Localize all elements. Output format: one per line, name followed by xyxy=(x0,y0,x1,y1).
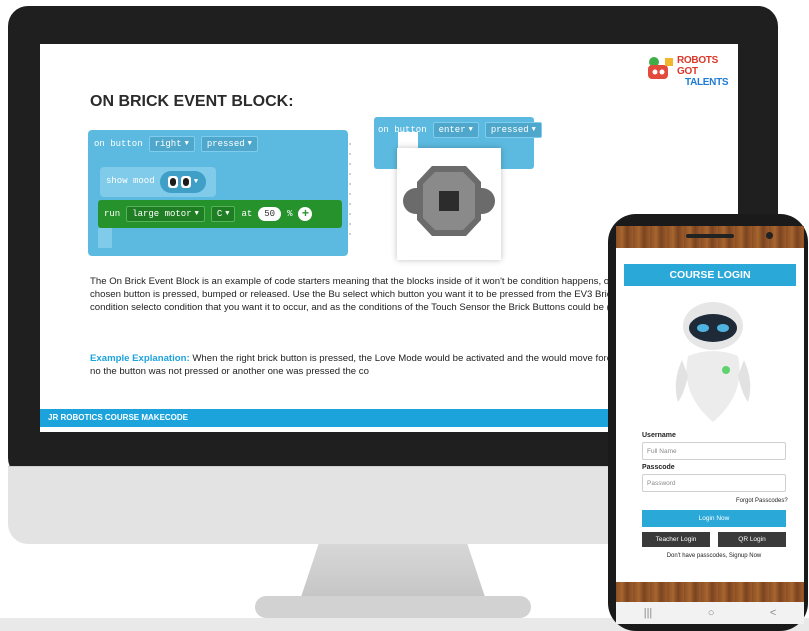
percent-label: % xyxy=(287,209,293,219)
robots-got-talents-logo: ROBOTS GOT TALENTS xyxy=(644,50,736,88)
qr-login-button[interactable]: QR Login xyxy=(718,532,786,547)
chevron-down-icon: ▼ xyxy=(194,210,199,218)
action-select-2[interactable]: pressed ▼ xyxy=(484,122,542,138)
footer-text: JR ROBOTICS COURSE MAKECODE xyxy=(48,413,189,422)
run-motor-block: run large motor ▼ C ▼ at 50 % + xyxy=(98,200,342,228)
button-select[interactable]: right ▼ xyxy=(148,136,195,152)
mood-select[interactable]: ▼ xyxy=(160,171,206,193)
show-mood-label: show mood xyxy=(106,176,155,186)
forgot-passcodes-link[interactable]: Forgot Passcodes? xyxy=(736,498,788,504)
robot-mascot-icon xyxy=(675,302,751,422)
monitor-stand-neck xyxy=(300,544,486,600)
teacher-login-button[interactable]: Teacher Login xyxy=(642,532,710,547)
chevron-down-icon: ▼ xyxy=(468,126,473,134)
chevron-down-icon: ▼ xyxy=(193,178,199,186)
chevron-down-icon: ▼ xyxy=(247,140,252,148)
robot-logo-icon xyxy=(648,57,673,79)
course-login-header: COURSE LOGIN xyxy=(624,264,796,286)
passcode-input[interactable]: Password xyxy=(642,474,786,492)
plus-icon[interactable]: + xyxy=(298,207,313,221)
home-icon[interactable]: ○ xyxy=(708,607,715,619)
back-icon[interactable]: < xyxy=(770,607,776,619)
block-bottom-arm xyxy=(98,228,112,248)
phone-screen: COURSE LOGIN Username Full Name Passcode… xyxy=(616,226,804,624)
motor-select[interactable]: large motor ▼ xyxy=(126,206,205,222)
action-value: pressed xyxy=(206,139,245,149)
slide-title: ON BRICK EVENT BLOCK: xyxy=(90,93,294,110)
logo-line-2: TALENTS xyxy=(685,77,729,88)
action-select[interactable]: pressed ▼ xyxy=(200,136,258,152)
at-label: at xyxy=(241,209,253,219)
recents-icon[interactable]: ||| xyxy=(644,607,653,619)
chevron-down-icon: ▼ xyxy=(184,140,189,148)
passcode-label: Passcode xyxy=(642,464,675,471)
eye-icon xyxy=(167,176,178,188)
monitor-stand-foot xyxy=(255,596,531,618)
run-label: run xyxy=(104,209,121,219)
eye-icon xyxy=(180,176,191,188)
show-mood-block: show mood ▼ xyxy=(100,167,216,197)
button-value: right xyxy=(154,139,182,149)
chevron-down-icon: ▼ xyxy=(531,126,536,134)
action-value-2: pressed xyxy=(490,125,529,135)
port-select[interactable]: C ▼ xyxy=(210,206,236,222)
ev3-brick-buttons-icon xyxy=(403,166,495,236)
wood-footer xyxy=(616,582,804,602)
motor-value: large motor xyxy=(132,209,192,219)
wood-header xyxy=(616,226,804,248)
button-select-2[interactable]: enter ▼ xyxy=(432,122,479,138)
speaker-icon xyxy=(686,234,734,238)
on-button-label: on button xyxy=(94,139,143,149)
example-lead: Example Explanation: xyxy=(90,353,190,364)
username-input[interactable]: Full Name xyxy=(642,442,786,460)
ev3-button-picker xyxy=(397,148,501,260)
signup-link[interactable]: Don't have passcodes, Signup Now xyxy=(642,553,786,559)
speed-input[interactable]: 50 xyxy=(258,207,282,221)
logo-line-1: ROBOTS GOT xyxy=(677,55,718,77)
android-navbar: ||| ○ < xyxy=(616,602,804,624)
chevron-down-icon: ▼ xyxy=(225,210,230,218)
login-now-button[interactable]: Login Now xyxy=(642,510,786,527)
button-value-2: enter xyxy=(438,125,466,135)
username-label: Username xyxy=(642,432,676,439)
camera-icon xyxy=(766,232,773,239)
port-value: C xyxy=(216,209,223,219)
